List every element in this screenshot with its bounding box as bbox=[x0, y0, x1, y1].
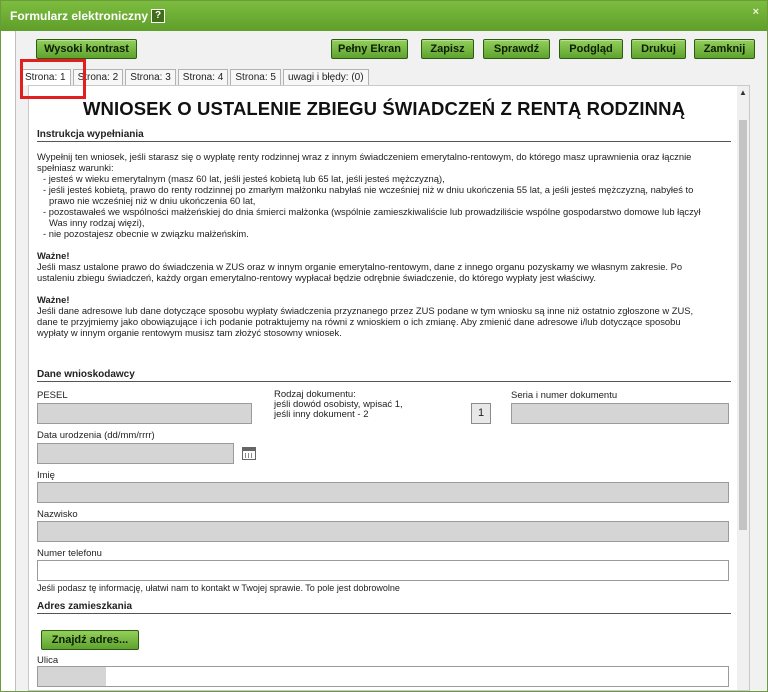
document-type-label: Rodzaj dokumentu: jeśli dowód osobisty, … bbox=[274, 390, 403, 420]
calendar-icon[interactable] bbox=[242, 447, 256, 460]
important-heading: Ważne! bbox=[37, 294, 70, 305]
document-number-input[interactable] bbox=[511, 403, 729, 424]
form-title: WNIOSEK O USTALENIE ZBIEGU ŚWIADCZEŃ Z R… bbox=[82, 98, 686, 119]
conditions-list: - jesteś w wieku emerytalnym (masz 60 la… bbox=[37, 173, 731, 239]
pesel-input[interactable] bbox=[37, 403, 252, 424]
note-line: Jeśli masz ustalone prawo do świadczenia… bbox=[37, 261, 683, 272]
form-document: WNIOSEK O USTALENIE ZBIEGU ŚWIADCZEŃ Z R… bbox=[37, 86, 731, 338]
scrollbar[interactable]: ▲ bbox=[737, 86, 749, 690]
instructions-text: Wypełnij ten wniosek, jeśli starasz się … bbox=[37, 151, 731, 239]
note-line: Jeśli dane adresowe lub dane dotyczące s… bbox=[37, 305, 694, 316]
tab-page-5[interactable]: Strona: 5 bbox=[230, 69, 281, 85]
scroll-up-icon[interactable]: ▲ bbox=[739, 88, 747, 97]
pesel-label: PESEL bbox=[37, 390, 68, 401]
document-type-input[interactable]: 1 bbox=[471, 403, 491, 424]
birthdate-label: Data urodzenia (dd/mm/rrrr) bbox=[37, 430, 155, 441]
list-item: - jeśli jesteś kobietą, prawo do renty r… bbox=[43, 184, 694, 195]
street-input[interactable] bbox=[37, 666, 729, 687]
list-item: - nie pozostajesz obecnie w związku małż… bbox=[43, 228, 249, 239]
preview-button[interactable]: Podgląd bbox=[559, 39, 623, 59]
first-name-label: Imię bbox=[37, 470, 55, 481]
phone-hint: Jeśli podasz tę informację, ułatwi nam t… bbox=[37, 583, 400, 593]
tab-page-1[interactable]: Strona: 1 bbox=[20, 69, 71, 85]
address-heading: Adres zamieszkania bbox=[37, 601, 731, 614]
first-name-input[interactable] bbox=[37, 482, 729, 503]
list-item: prawo nie wcześniej niż w dniu ukończeni… bbox=[49, 195, 256, 206]
help-icon[interactable]: ? bbox=[151, 9, 166, 23]
form-content: ▲ WNIOSEK O USTALENIE ZBIEGU ŚWIADCZEŃ Z… bbox=[28, 85, 750, 691]
document-type-label-line: jeśli inny dokument - 2 bbox=[274, 409, 369, 420]
last-name-label: Nazwisko bbox=[37, 509, 78, 520]
list-item: - pozostawałeś we wspólności małżeńskiej… bbox=[43, 206, 701, 217]
list-item: Was inny rodzaj więzi), bbox=[49, 217, 145, 228]
note-line: wypłaty w innym organie rentowym musisz … bbox=[37, 327, 342, 338]
phone-label: Numer telefonu bbox=[37, 548, 102, 559]
tab-page-4[interactable]: Strona: 4 bbox=[177, 69, 229, 85]
street-input-fill bbox=[38, 667, 106, 686]
phone-input[interactable] bbox=[37, 560, 729, 581]
intro-line: spełniasz warunki: bbox=[37, 162, 114, 173]
important-note-1: Ważne! Jeśli masz ustalone prawo do świa… bbox=[37, 250, 731, 283]
document-number-label: Seria i numer dokumentu bbox=[511, 390, 618, 401]
instructions-heading: Instrukcja wypełniania bbox=[37, 129, 731, 142]
dialog-title: Formularz elektroniczny bbox=[10, 9, 149, 23]
fullscreen-button[interactable]: Pełny Ekran bbox=[331, 39, 408, 59]
last-name-input[interactable] bbox=[37, 521, 729, 542]
toolbar: Wysoki kontrast Pełny Ekran Zapisz Spraw… bbox=[16, 31, 767, 63]
note-line: dane te przyjmiemy jako obowiązujące i i… bbox=[37, 316, 681, 327]
birthdate-input[interactable] bbox=[37, 443, 234, 464]
tab-remarks-errors[interactable]: uwagi i błędy: (0) bbox=[282, 69, 369, 85]
close-icon[interactable]: × bbox=[753, 6, 759, 18]
form-dialog: Formularz elektroniczny ? × Wysoki kontr… bbox=[0, 0, 768, 692]
important-heading: Ważne! bbox=[37, 250, 70, 261]
print-button[interactable]: Drukuj bbox=[631, 39, 686, 59]
dialog-titlebar[interactable]: Formularz elektroniczny ? × bbox=[1, 1, 767, 31]
close-button[interactable]: Zamknij bbox=[694, 39, 755, 59]
high-contrast-button[interactable]: Wysoki kontrast bbox=[36, 39, 137, 59]
form-panel: Wysoki kontrast Pełny Ekran Zapisz Spraw… bbox=[15, 31, 767, 691]
intro-line: Wypełnij ten wniosek, jeśli starasz się … bbox=[37, 151, 692, 162]
applicant-heading: Dane wnioskodawcy bbox=[37, 369, 731, 382]
tab-page-3[interactable]: Strona: 3 bbox=[125, 69, 176, 85]
save-button[interactable]: Zapisz bbox=[421, 39, 474, 59]
important-note-2: Ważne! Jeśli dane adresowe lub dane doty… bbox=[37, 294, 731, 338]
find-address-button[interactable]: Znajdź adres... bbox=[41, 630, 139, 650]
street-label: Ulica bbox=[37, 655, 59, 666]
tab-page-2[interactable]: Strona: 2 bbox=[72, 69, 124, 85]
note-line: ustaleniu zbiegu świadczeń, każdy organ … bbox=[37, 272, 596, 283]
list-item: - jesteś w wieku emerytalnym (masz 60 la… bbox=[43, 173, 445, 184]
scrollbar-thumb[interactable] bbox=[739, 120, 747, 530]
check-button[interactable]: Sprawdź bbox=[483, 39, 550, 59]
